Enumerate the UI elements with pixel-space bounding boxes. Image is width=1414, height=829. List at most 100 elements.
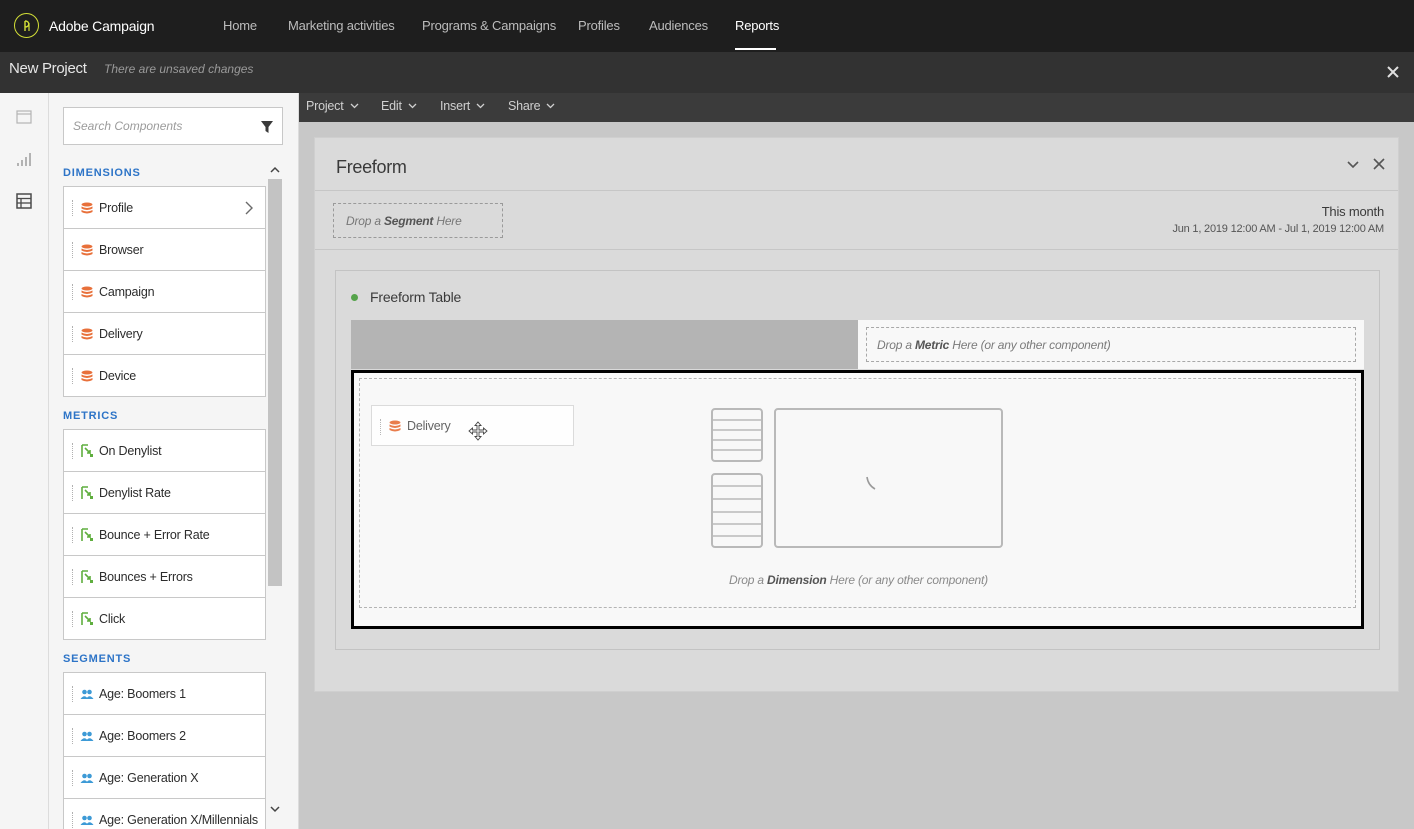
search-components — [63, 107, 283, 145]
close-panel-icon[interactable] — [1372, 157, 1386, 171]
drag-handle[interactable] — [380, 419, 382, 435]
metric-item-denylist-rate[interactable]: Denylist Rate — [64, 472, 265, 514]
menu-label: Edit — [381, 99, 402, 113]
dimension-label: Profile — [99, 200, 134, 215]
filter-icon[interactable] — [260, 120, 274, 134]
date-range-value[interactable]: Jun 1, 2019 12:00 AM - Jul 1, 2019 12:00… — [1172, 223, 1384, 235]
scroll-up-icon[interactable] — [270, 165, 280, 175]
status-dot — [351, 294, 358, 301]
dimension-drop-text: Drop a Dimension Here (or any other comp… — [729, 573, 988, 587]
metric-icon — [81, 485, 93, 499]
dimensions-heading: DIMENSIONS — [63, 167, 141, 179]
menu-project[interactable]: Project — [306, 99, 359, 113]
dimension-item-profile[interactable]: Profile — [64, 187, 265, 229]
metric-item-on-denylist[interactable]: On Denylist — [64, 430, 265, 472]
dragged-item-label: Delivery — [407, 418, 451, 433]
table-title[interactable]: Freeform Table — [370, 289, 461, 305]
visualizations-icon[interactable] — [15, 150, 33, 168]
search-input[interactable] — [73, 117, 253, 135]
drag-handle[interactable] — [72, 686, 74, 702]
drag-handle[interactable] — [72, 443, 74, 459]
drag-handle[interactable] — [72, 728, 74, 744]
metric-label: Bounces + Errors — [99, 569, 193, 584]
metrics-heading: METRICS — [63, 410, 119, 422]
top-navigation-bar: Adobe Campaign Home Marketing activities… — [0, 0, 1414, 52]
dimension-stack-icon — [81, 370, 93, 381]
drag-handle[interactable] — [72, 368, 74, 384]
drag-handle[interactable] — [72, 812, 74, 828]
nav-item-profiles[interactable]: Profiles — [578, 18, 620, 33]
drag-handle[interactable] — [72, 527, 74, 543]
segment-item-generation-x-millennials[interactable]: Age: Generation X/Millennials — [64, 799, 265, 829]
dimension-label: Browser — [99, 242, 144, 257]
drag-handle[interactable] — [72, 326, 74, 342]
chevron-right-icon[interactable] — [244, 201, 254, 215]
panels-icon[interactable] — [15, 108, 33, 126]
segment-item-boomers-2[interactable]: Age: Boomers 2 — [64, 715, 265, 757]
segment-item-boomers-1[interactable]: Age: Boomers 1 — [64, 673, 265, 715]
drag-handle[interactable] — [72, 569, 74, 585]
components-icon[interactable] — [15, 192, 33, 210]
segment-label: Age: Generation X — [99, 770, 199, 785]
project-bar: New Project There are unsaved changes — [0, 52, 1414, 93]
chevron-down-icon — [408, 103, 417, 109]
drag-handle[interactable] — [72, 242, 74, 258]
scrollbar-thumb[interactable] — [268, 179, 282, 586]
segment-people-icon — [80, 815, 94, 825]
active-nav-indicator — [735, 48, 776, 50]
dimension-drop-zone[interactable]: Delivery Drop a Dimension Here (or any o… — [359, 378, 1356, 608]
table-header-placeholder — [351, 320, 858, 369]
metric-icon — [81, 527, 93, 541]
menu-label: Insert — [440, 99, 471, 113]
nav-item-audiences[interactable]: Audiences — [649, 18, 708, 33]
components-scrollbar[interactable] — [267, 163, 283, 818]
menu-edit[interactable]: Edit — [381, 99, 417, 113]
dimension-stack-icon — [81, 244, 93, 255]
chevron-down-icon — [350, 103, 358, 109]
nav-item-programs-campaigns[interactable]: Programs & Campaigns — [422, 18, 556, 33]
workspace-toolbar: Project Edit Insert Share — [299, 93, 1414, 122]
metric-item-click[interactable]: Click — [64, 598, 265, 640]
dimension-stack-icon — [81, 202, 93, 213]
metric-label: Bounce + Error Rate — [99, 527, 210, 542]
metric-drop-zone[interactable]: Drop a Metric Here (or any other compone… — [866, 327, 1356, 362]
metric-item-bounces-errors[interactable]: Bounces + Errors — [64, 556, 265, 598]
unsaved-changes-status: There are unsaved changes — [104, 62, 254, 76]
app-logo[interactable]: Adobe Campaign — [14, 13, 155, 38]
segment-label: Age: Generation X/Millennials — [99, 812, 258, 827]
nav-item-marketing-activities[interactable]: Marketing activities — [288, 18, 395, 33]
dimension-drop-area[interactable]: Delivery Drop a Dimension Here (or any o… — [351, 370, 1364, 629]
metric-item-bounce-error-rate[interactable]: Bounce + Error Rate — [64, 514, 265, 556]
app-name: Adobe Campaign — [49, 17, 155, 34]
segment-item-generation-x[interactable]: Age: Generation X — [64, 757, 265, 799]
drag-handle[interactable] — [72, 284, 74, 300]
dimension-item-delivery[interactable]: Delivery — [64, 313, 265, 355]
close-project-icon[interactable] — [1384, 63, 1402, 81]
drag-handle[interactable] — [72, 770, 74, 786]
dimension-item-device[interactable]: Device — [64, 355, 265, 397]
dragged-component-delivery[interactable]: Delivery — [371, 405, 574, 446]
segment-drop-text: Drop a Segment Here — [346, 214, 462, 228]
collapse-panel-icon[interactable] — [1346, 158, 1360, 172]
dimension-item-campaign[interactable]: Campaign — [64, 271, 265, 313]
dimension-label: Campaign — [99, 284, 155, 299]
segment-people-icon — [80, 689, 94, 699]
left-rail — [0, 93, 49, 829]
dimensions-list: Profile Browser Campaign Delivery Device — [63, 186, 266, 397]
menu-insert[interactable]: Insert — [440, 99, 485, 113]
project-title: New Project — [9, 60, 87, 77]
nav-item-home[interactable]: Home — [223, 18, 257, 33]
segment-drop-zone[interactable]: Drop a Segment Here — [333, 203, 503, 238]
dimension-label: Device — [99, 368, 137, 383]
menu-share[interactable]: Share — [508, 99, 555, 113]
scroll-down-icon[interactable] — [270, 804, 280, 814]
dimension-label: Delivery — [99, 326, 143, 341]
metric-label: Click — [99, 611, 126, 626]
nav-item-reports[interactable]: Reports — [735, 18, 779, 33]
drag-handle[interactable] — [72, 485, 74, 501]
date-range-title[interactable]: This month — [1322, 204, 1385, 219]
drag-handle[interactable] — [72, 200, 74, 216]
menu-label: Share — [508, 99, 541, 113]
dimension-item-browser[interactable]: Browser — [64, 229, 265, 271]
drag-handle[interactable] — [72, 611, 74, 627]
